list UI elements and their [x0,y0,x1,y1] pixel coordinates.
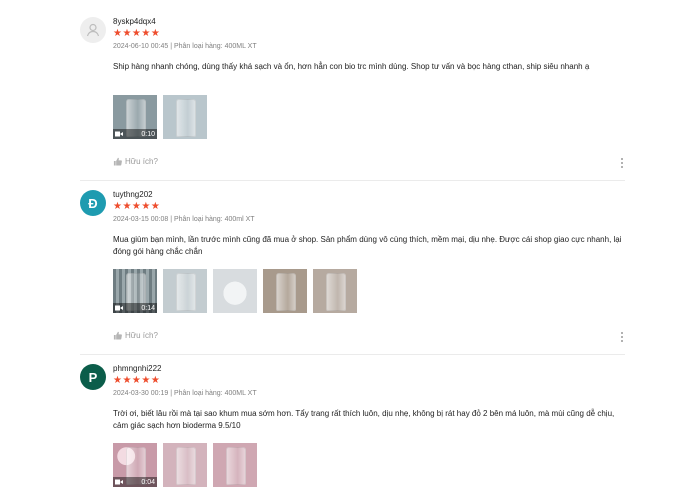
video-duration: 0:04 [141,478,155,486]
review-video-thumbnail[interactable]: 0:04 [113,443,157,487]
more-options-icon[interactable] [619,157,625,169]
avatar[interactable] [80,17,106,43]
review-comment: Ship hàng nhanh chóng, dùng thấy khá sạc… [113,62,590,71]
helpful-label: Hữu ích? [125,157,158,166]
avatar[interactable]: P [80,364,106,390]
video-camera-icon [115,305,123,311]
product-bottle-image [176,272,196,312]
review-image-thumbnail[interactable] [163,443,207,487]
rating-stars: ★★★★★ [113,28,161,39]
avatar-letter: Đ [88,195,98,211]
review-item: P phmngnhi222 ★★★★★ 2024-03-30 00:19 | P… [80,364,625,500]
review-list: 8yskp4dqx4 ★★★★★ 2024-06-10 00:45 | Phân… [0,0,700,500]
review-comment: Trời ơi, biết lâu rồi mà tại sao khum mu… [113,409,615,430]
review-item: Đ tuythng202 ★★★★★ 2024-03-15 00:08 | Ph… [80,190,625,345]
helpful-button[interactable]: Hữu ích? [113,331,158,340]
review-video-thumbnail[interactable]: 0:14 [113,269,157,313]
review-image-thumbnail[interactable] [163,95,207,139]
review-meta: 2024-03-30 00:19 | Phân loại hàng: 400ML… [113,390,257,397]
more-options-icon[interactable] [619,331,625,343]
product-bottle-image [326,272,346,312]
review-image-thumbnail[interactable] [213,269,257,313]
review-media: 0:04 [113,443,257,487]
review-meta: 2024-03-15 00:08 | Phân loại hàng: 400ml… [113,216,255,223]
product-bottle-image [276,272,296,312]
review-meta: 2024-06-10 00:45 | Phân loại hàng: 400ML… [113,43,257,50]
helpful-button[interactable]: Hữu ích? [113,157,158,166]
rating-stars: ★★★★★ [113,375,161,386]
avatar-letter: P [88,369,98,385]
video-camera-icon [115,479,123,485]
video-duration: 0:14 [141,304,155,312]
review-divider [80,354,625,355]
user-placeholder-icon [86,23,100,37]
review-comment: Mua giùm bạn mình, lần trước mình cũng đ… [113,235,622,256]
product-bottle-image [176,98,196,138]
review-image-thumbnail[interactable] [163,269,207,313]
video-duration-bar: 0:14 [113,303,157,313]
review-image-thumbnail[interactable] [263,269,307,313]
review-item: 8yskp4dqx4 ★★★★★ 2024-06-10 00:45 | Phân… [80,17,625,172]
helpful-label: Hữu ích? [125,331,158,340]
review-username[interactable]: 8yskp4dqx4 [113,17,156,26]
rating-stars: ★★★★★ [113,201,161,212]
product-bottle-image [226,446,246,486]
video-duration: 0:10 [141,130,155,138]
avatar[interactable]: Đ [80,190,106,216]
review-divider [80,180,625,181]
review-username[interactable]: phmngnhi222 [113,364,161,373]
thumbs-up-icon [113,157,122,166]
video-camera-icon [115,131,123,137]
product-bottle-image [176,446,196,486]
review-media: 0:14 [113,269,357,313]
review-video-thumbnail[interactable]: 0:10 [113,95,157,139]
review-image-thumbnail[interactable] [313,269,357,313]
review-image-thumbnail[interactable] [213,443,257,487]
thumbs-up-icon [113,331,122,340]
video-duration-bar: 0:04 [113,477,157,487]
review-username[interactable]: tuythng202 [113,190,153,199]
review-media: 0:10 [113,95,207,139]
video-duration-bar: 0:10 [113,129,157,139]
